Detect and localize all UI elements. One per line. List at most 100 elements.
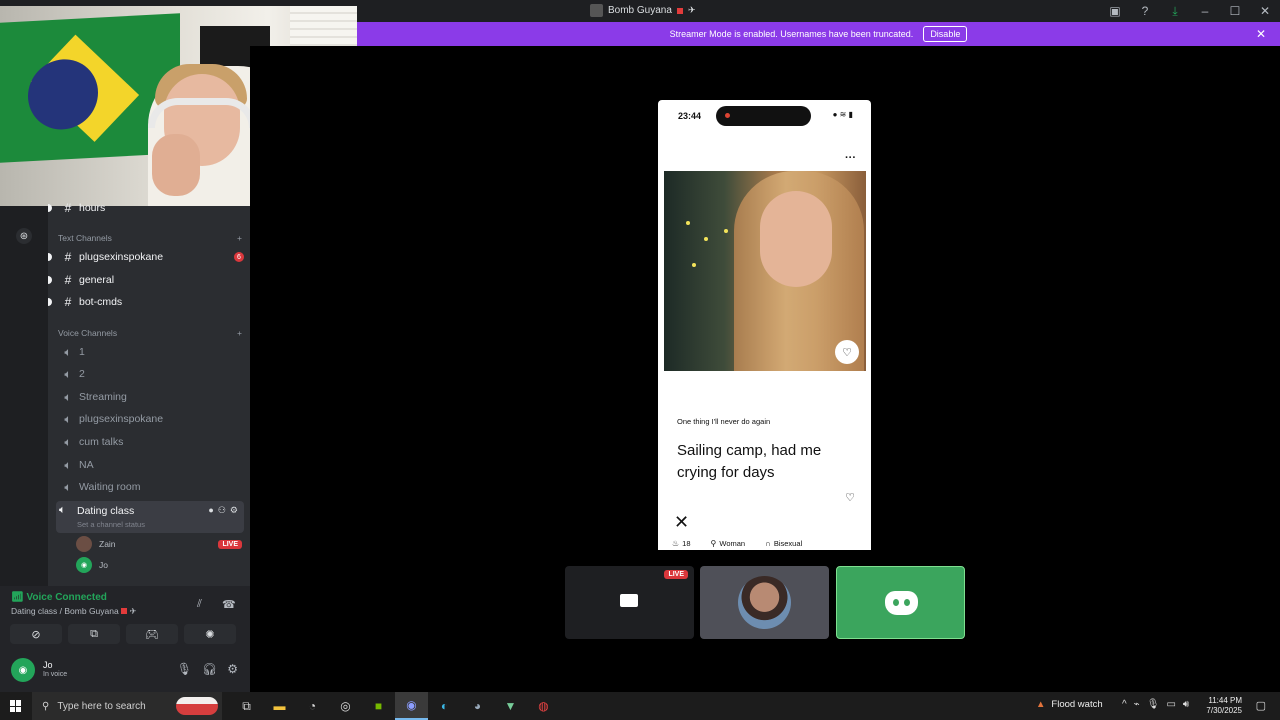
windows-start-icon[interactable] — [10, 700, 22, 712]
orientation-label: Bisexual — [773, 539, 803, 548]
stream-phone-screen[interactable]: 23:44 ● ≋ ▮ ··· ♡ One thing I'll never d… — [658, 100, 871, 550]
disable-streamer-button[interactable]: Disable — [923, 26, 968, 42]
headphones-icon[interactable]: 🎧︎ — [202, 662, 217, 676]
headphones — [148, 98, 256, 128]
user-avatar[interactable]: ◉ — [11, 658, 35, 682]
hash-icon: # — [64, 295, 72, 309]
voice-channels-category[interactable]: Voice Channels + — [58, 328, 242, 338]
cake-icon: ♨ — [672, 539, 680, 548]
channel-general[interactable]: # general — [48, 270, 244, 290]
voice-location[interactable]: Dating class / Bomb Guyana ✈ — [11, 606, 137, 617]
add-channel-icon[interactable]: + — [237, 328, 242, 338]
obs-icon[interactable]: ◎ — [329, 692, 362, 720]
channel-name: plugsexinspokane — [79, 251, 164, 263]
add-channel-icon[interactable]: + — [237, 233, 242, 243]
activities-icon[interactable]: 🎮︎ — [126, 624, 178, 644]
plane-icon: ✈ — [129, 606, 137, 616]
user-controls: 🎙︎ 🎧︎ ⚙ — [177, 662, 238, 676]
network-icon[interactable]: ⌁ — [1134, 699, 1140, 710]
avatar — [76, 536, 92, 552]
weather-text: Flood watch — [1051, 699, 1103, 710]
camera-off-icon[interactable]: ⊘ — [10, 624, 62, 644]
participant-tile-avatar[interactable] — [700, 566, 829, 639]
voice-connected-label[interactable]: 📶︎ Voice Connected — [11, 592, 107, 603]
discover-icon[interactable]: ⊛ — [16, 228, 32, 244]
user-status: In voice — [43, 671, 68, 678]
weather-widget[interactable]: ▲ Flood watch — [1036, 699, 1103, 710]
close-window-button[interactable]: ✕ — [1250, 4, 1280, 18]
maximize-button[interactable]: ☐ — [1220, 4, 1250, 18]
age-label: 18 — [682, 539, 691, 548]
taskbar-search[interactable]: ⚲ Type here to search — [32, 692, 222, 720]
voice-member-jo[interactable]: ◉ Jo — [76, 556, 242, 574]
channel-hours[interactable]: # hours — [48, 198, 244, 218]
notifications-icon[interactable]: ▢ — [1256, 699, 1266, 712]
speaker-icon: 🔈︎ — [59, 504, 66, 516]
heart-icon: ♡ — [835, 340, 859, 364]
disconnect-icon[interactable]: ☎ — [222, 598, 236, 611]
channel-status-input[interactable]: Set a channel status — [77, 520, 145, 529]
text-channels-category[interactable]: Text Channels + — [58, 233, 242, 243]
voice-channel-item[interactable]: 🔈︎ 2 — [60, 364, 244, 384]
voice-channel-item[interactable]: 🔈︎ NA — [60, 455, 244, 475]
task-view-icon[interactable]: ⧉ — [230, 692, 263, 720]
taskbar-clock[interactable]: 11:44 PM 7/30/2025 — [1202, 696, 1242, 716]
channel-name: 2 — [79, 368, 85, 380]
minimize-button[interactable]: – — [1190, 4, 1220, 18]
volume-icon[interactable]: 🔊︎ — [1183, 699, 1189, 710]
edge-icon[interactable]: ◐ — [428, 692, 461, 720]
chat-icon[interactable]: ● — [208, 505, 213, 516]
channel-plugsexinspokane[interactable]: # plugsexinspokane 6 — [48, 247, 244, 267]
speaker-icon: 🔈︎ — [64, 479, 72, 494]
mic-tray-icon[interactable]: 🎙︎ — [1147, 699, 1160, 710]
vivaldi-icon[interactable]: ▼ — [494, 692, 527, 720]
noise-suppression-icon[interactable]: ⫽ — [197, 598, 202, 611]
more-icon: ··· — [845, 152, 856, 164]
display-icon[interactable]: ▭ — [1166, 699, 1175, 710]
discord-taskbar-icon[interactable]: ◉ — [395, 692, 428, 720]
speaker-icon: 🔈︎ — [64, 389, 72, 404]
plane-icon: ✈ — [687, 5, 696, 15]
chevron-up-icon[interactable]: ^ — [1122, 699, 1127, 710]
prompt-answer: Sailing camp, had me crying for days — [677, 442, 822, 481]
voice-member-zain[interactable]: Zain LIVE — [76, 535, 242, 553]
help-icon[interactable]: ? — [1130, 4, 1160, 18]
voice-channel-item[interactable]: 🔈︎ plugsexinspokane — [60, 409, 244, 429]
voice-channel-item[interactable]: 🔈︎ 1 — [60, 342, 244, 362]
file-explorer-icon[interactable]: ▬ — [263, 692, 296, 720]
member-name: Zain — [99, 539, 116, 549]
voice-connection-panel: 📶︎ Voice Connected Dating class / Bomb G… — [0, 586, 250, 692]
invite-icon[interactable]: ⚇ — [218, 505, 226, 516]
warning-icon: ▲ — [1036, 699, 1046, 710]
speaker-icon: 🔈︎ — [64, 366, 72, 381]
clock-app-icon[interactable]: ◔ — [296, 692, 329, 720]
channel-bot-cmds[interactable]: # bot-cmds — [48, 292, 244, 312]
nvidia-icon[interactable]: ■ — [362, 692, 395, 720]
person-icon: ⚲ — [710, 539, 717, 548]
user-settings-icon[interactable]: ⚙ — [227, 662, 238, 676]
prompt-question: One thing I'll never do again — [677, 417, 771, 426]
voice-channel-item[interactable]: 🔈︎ Waiting room — [60, 477, 244, 497]
voice-channel-item[interactable]: 🔈︎ cum talks — [60, 432, 244, 452]
hash-icon: # — [64, 273, 72, 287]
soundboard-icon[interactable]: ✺ — [184, 624, 236, 644]
gender-label: Woman — [719, 539, 746, 548]
chrome-icon[interactable]: ◍ — [527, 692, 560, 720]
speaker-icon: 🔈︎ — [64, 411, 72, 426]
participant-tile-self[interactable] — [836, 566, 965, 639]
inbox-icon[interactable]: ▣ — [1100, 4, 1130, 18]
settings-icon[interactable]: ⚙ — [230, 505, 238, 516]
participant-tile-stream[interactable]: LIVE — [565, 566, 694, 639]
voice-channel-dating-class[interactable]: 🔈︎ Dating class Set a channel status ● ⚇… — [56, 501, 244, 533]
download-icon[interactable]: ⤓ — [1160, 4, 1190, 19]
speaker-icon: 🔈︎ — [64, 434, 72, 449]
close-icon[interactable]: ✕ — [1256, 27, 1266, 41]
screen-share-icon[interactable]: ⧉ — [68, 624, 120, 644]
microphone-icon[interactable]: 🎙︎ — [177, 662, 192, 676]
voice-channel-item[interactable]: 🔈︎ Streaming — [60, 387, 244, 407]
window-title-text: Bomb Guyana — [608, 5, 672, 16]
steam-icon[interactable]: ◕ — [461, 692, 494, 720]
channel-name: NA — [79, 459, 94, 471]
channel-name: Waiting room — [79, 481, 141, 493]
discord-avatar-icon: ◉ — [76, 557, 92, 573]
